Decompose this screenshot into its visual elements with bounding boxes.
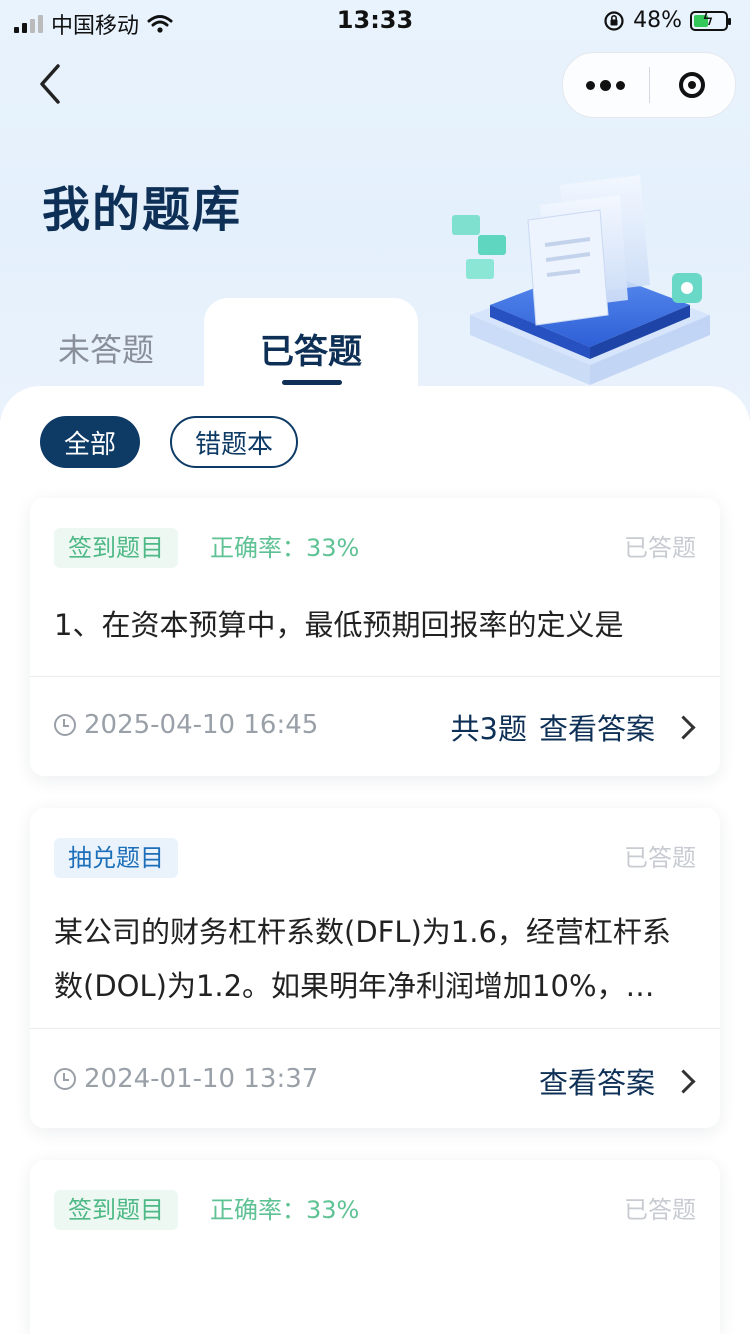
filter-wrong-book-chip[interactable]: 错题本 xyxy=(170,416,298,468)
wifi-icon xyxy=(147,15,173,33)
more-button[interactable] xyxy=(563,53,649,117)
answer-time: 2025-04-10 16:45 xyxy=(54,710,318,740)
question-type-tag: 抽兑题目 xyxy=(54,838,178,878)
view-answer-label: 查看答案 xyxy=(538,712,655,746)
filter-all-chip[interactable]: 全部 xyxy=(40,416,140,468)
accuracy-label: 正确率：33% xyxy=(210,1196,360,1224)
battery-icon: ϟ xyxy=(690,8,731,31)
miniapp-capsule xyxy=(562,52,736,118)
answer-status: 已答题 xyxy=(624,1196,696,1224)
clock-icon xyxy=(54,714,76,736)
status-bar: 中国移动 13:33 48% ϟ xyxy=(0,0,750,44)
question-card[interactable]: 抽兑题目 已答题 某公司的财务杠杆系数(DFL)为1.6，经营杠杆系数(DOL)… xyxy=(30,808,720,1128)
question-text: 某公司的财务杠杆系数(DFL)为1.6，经营杠杆系数(DOL)为1.2。如果明年… xyxy=(54,915,671,1003)
question-text: 1、在资本预算中，最低预期回报率的定义是 xyxy=(54,608,624,642)
chevron-right-icon xyxy=(671,1068,696,1094)
target-icon xyxy=(679,72,706,98)
accuracy-label: 正确率：33% xyxy=(210,534,360,562)
card-divider xyxy=(30,1028,720,1029)
tab-answered-container: 已答题 xyxy=(204,298,418,390)
card-divider xyxy=(30,676,720,677)
question-card[interactable]: 签到题目 正确率：33% 已答题 xyxy=(30,1160,720,1334)
answer-time-value: 2025-04-10 16:45 xyxy=(84,710,319,740)
question-type-tag: 签到题目 xyxy=(54,528,178,568)
chevron-right-icon xyxy=(671,714,696,740)
chevron-left-icon xyxy=(40,64,60,104)
question-card[interactable]: 签到题目 正确率：33% 已答题 1、在资本预算中，最低预期回报率的定义是 20… xyxy=(30,498,720,776)
carrier-label: 中国移动 xyxy=(51,14,140,39)
battery-percent: 48% xyxy=(633,8,682,33)
status-left: 中国移动 xyxy=(14,8,173,40)
close-miniapp-button[interactable] xyxy=(650,53,736,117)
orientation-lock-icon xyxy=(604,10,624,31)
back-button[interactable] xyxy=(30,60,74,108)
status-right: 48% ϟ xyxy=(603,8,731,33)
clock-icon xyxy=(54,1068,76,1090)
question-bank-illustration xyxy=(452,175,710,385)
signal-icon xyxy=(14,15,43,33)
view-answer-link[interactable]: 共3题 查看答案 xyxy=(451,706,696,748)
answer-time-value: 2024-01-10 13:37 xyxy=(84,1064,319,1094)
page-title: 我的题库 xyxy=(42,182,243,238)
active-tab-indicator xyxy=(282,380,342,385)
view-answer-label: 查看答案 xyxy=(538,1066,655,1100)
charging-bolt-icon: ϟ xyxy=(702,8,714,30)
question-type-tag: 签到题目 xyxy=(54,1190,178,1230)
view-answer-link[interactable]: 查看答案 xyxy=(539,1060,696,1102)
question-count: 共3题 xyxy=(450,712,527,746)
answer-status: 已答题 xyxy=(624,844,696,872)
answer-time: 2024-01-10 13:37 xyxy=(54,1064,318,1094)
answer-status: 已答题 xyxy=(624,534,696,562)
tab-answered[interactable]: 已答题 xyxy=(204,324,418,373)
